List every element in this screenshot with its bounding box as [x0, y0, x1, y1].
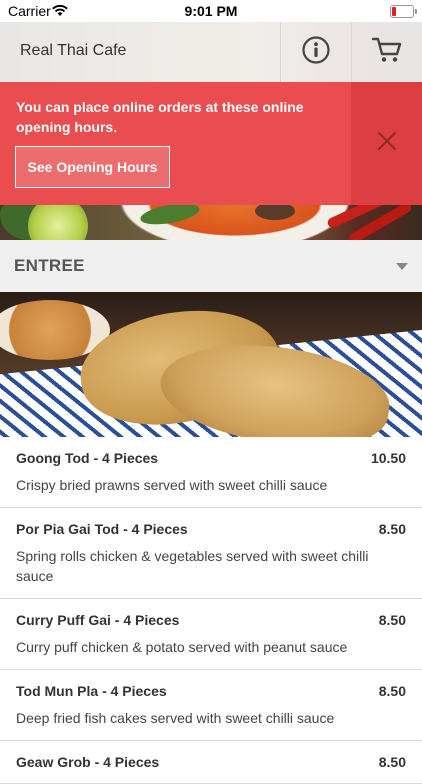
banner-message: You can place online orders at these onl…	[16, 99, 304, 135]
clock: 9:01 PM	[184, 3, 238, 19]
menu-item-name: Tod Mun Pla - 4 Pieces	[16, 683, 167, 699]
menu-list: Goong Tod - 4 Pieces 10.50 Crispy bried …	[0, 437, 422, 784]
info-circle-icon	[301, 35, 331, 70]
menu-item[interactable]: Curry Puff Gai - 4 Pieces 8.50 Curry puf…	[0, 599, 422, 670]
battery-icon	[390, 5, 417, 18]
cart-icon	[371, 36, 403, 69]
menu-item-name: Por Pia Gai Tod - 4 Pieces	[16, 521, 188, 537]
menu-item-price: 8.50	[378, 612, 406, 628]
menu-item[interactable]: Por Pia Gai Tod - 4 Pieces 8.50 Spring r…	[0, 508, 422, 599]
menu-item-description: Deep fried fish cakes served with sweet …	[16, 710, 335, 726]
cart-button[interactable]	[351, 22, 421, 82]
chevron-down-icon	[396, 263, 408, 270]
menu-item-price: 10.50	[370, 450, 406, 466]
menu-item-name: Geaw Grob - 4 Pieces	[16, 754, 160, 770]
menu-item[interactable]: Geaw Grob - 4 Pieces 8.50	[0, 741, 422, 784]
close-banner-button[interactable]	[351, 82, 422, 205]
category-image	[0, 292, 422, 437]
menu-item-price: 8.50	[378, 521, 406, 537]
opening-hours-banner: You can place online orders at these onl…	[0, 82, 422, 205]
menu-item[interactable]: Goong Tod - 4 Pieces 10.50 Crispy bried …	[0, 437, 422, 508]
see-opening-hours-button[interactable]: See Opening Hours	[15, 146, 170, 188]
menu-item-price: 8.50	[378, 683, 406, 699]
restaurant-title: Real Thai Cafe	[20, 42, 127, 59]
menu-item[interactable]: Tod Mun Pla - 4 Pieces 8.50 Deep fried f…	[0, 670, 422, 741]
close-icon	[377, 131, 397, 156]
menu-item-name: Curry Puff Gai - 4 Pieces	[16, 612, 180, 628]
menu-item-name: Goong Tod - 4 Pieces	[16, 450, 159, 466]
category-header-entree[interactable]: ENTREE	[0, 240, 422, 292]
status-bar: Carrier 9:01 PM	[0, 0, 422, 22]
menu-item-description: Spring rolls chicken & vegetables served…	[16, 548, 369, 584]
menu-item-price: 8.50	[378, 754, 406, 770]
category-title: ENTREE	[14, 256, 85, 275]
menu-item-description: Curry puff chicken & potato served with …	[16, 639, 348, 655]
menu-item-description: Crispy bried prawns served with sweet ch…	[16, 477, 328, 493]
app-header: Real Thai Cafe	[0, 22, 422, 83]
info-button[interactable]	[280, 22, 350, 82]
